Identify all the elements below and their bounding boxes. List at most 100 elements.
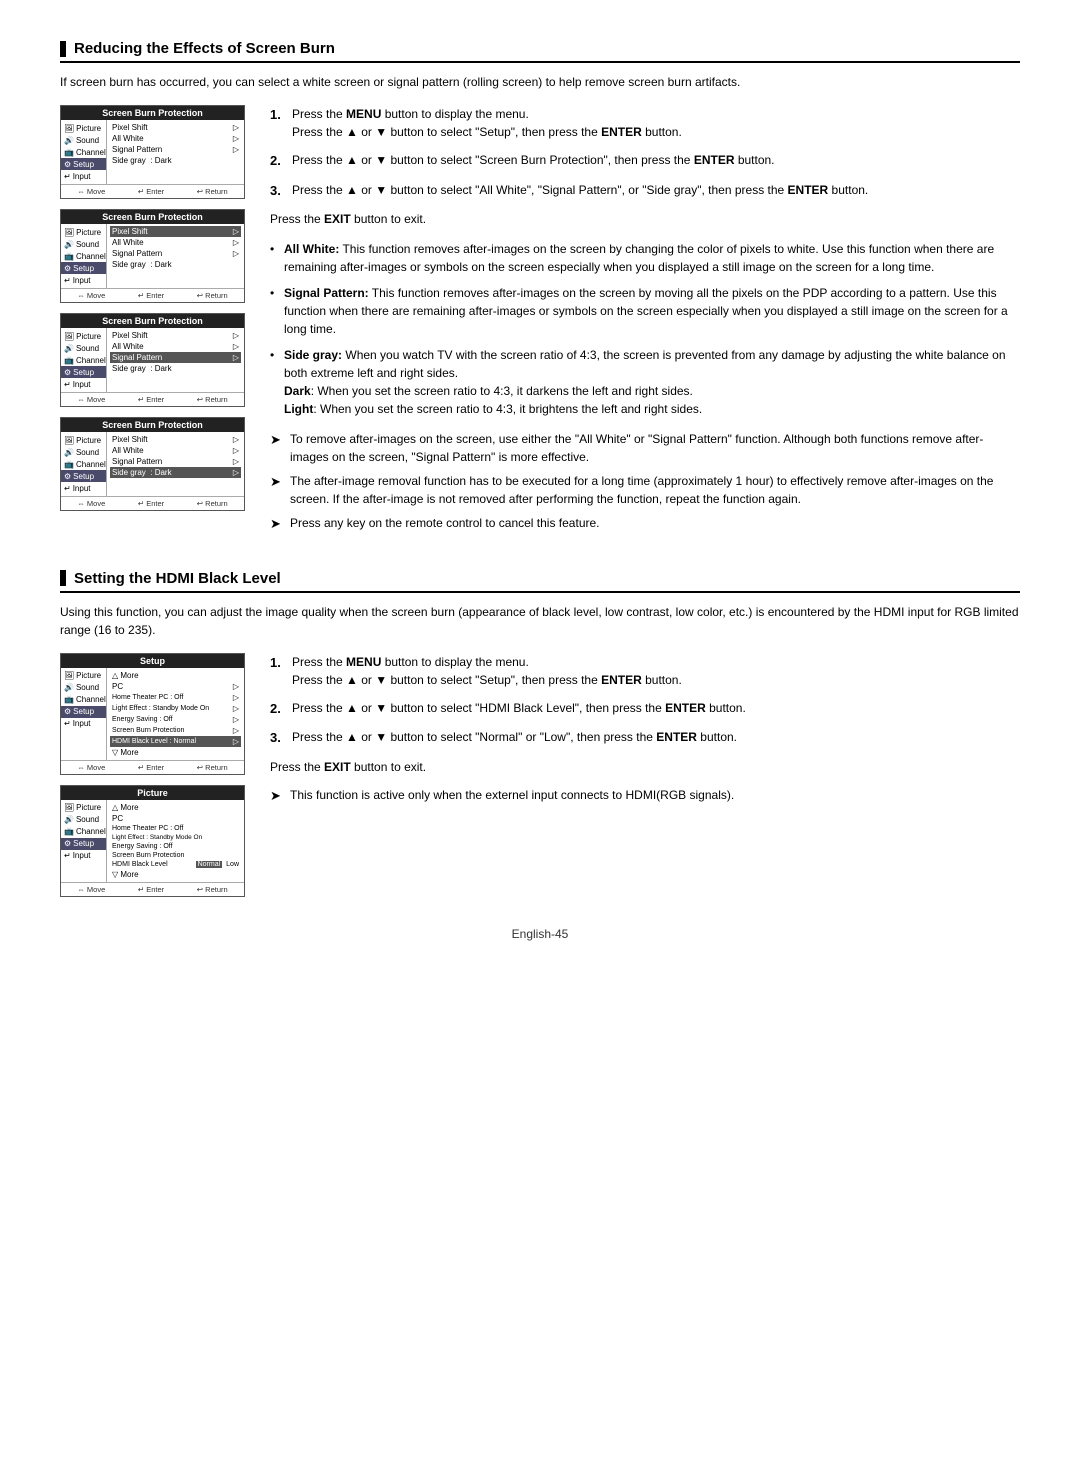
hdmi-step-3: 3. Press the ▲ or ▼ button to select "No… (270, 728, 1020, 748)
tv-sidebar-channel-1: 📺Channel (61, 146, 106, 158)
tv-footer-4: ⇔ Move↵ Enter↩ Return (61, 496, 244, 510)
tv-item-pixelshift-1: Pixel Shift▷ (110, 122, 241, 133)
tv-header-hdmi-2: Picture (61, 786, 244, 800)
tv-item-pixelshift-3: Pixel Shift▷ (110, 330, 241, 341)
tv-sidebar-sound-3: 🔊Sound (61, 342, 106, 354)
hdmi-step-1: 1. Press the MENU button to display the … (270, 653, 1020, 689)
tv-item-hometheater-hdmi1: Home Theater PC : Off▷ (110, 692, 241, 703)
tv-item-pc-hdmi2: PC (110, 813, 241, 824)
tv-sidebar-input-3: ↵Input (61, 378, 106, 390)
tv-item-more-up-hdmi2: △ More (110, 802, 241, 813)
tv-sidebar-channel-hdmi-1: 📺Channel (61, 694, 106, 706)
tv-screen-2: Screen Burn Protection 🖼Picture 🔊Sound 📺… (60, 209, 245, 303)
tv-sidebar-setup-1: ⚙Setup (61, 158, 106, 170)
tv-sidebar-1: 🖼Picture 🔊Sound 📺Channel ⚙Setup ↵Input (61, 120, 107, 184)
tv-main-3: Pixel Shift▷ All White▷ Signal Pattern▷ … (107, 328, 244, 392)
hdmi-tips: ➤ This function is active only when the … (270, 786, 1020, 806)
tv-main-hdmi-1: △ More PC▷ Home Theater PC : Off▷ Light … (107, 668, 244, 760)
screen-burn-content: Screen Burn Protection 🖼Picture 🔊Sound 📺… (60, 105, 1020, 540)
screen-burn-intro: If screen burn has occurred, you can sel… (60, 73, 1020, 91)
tv-item-hdmiblack-hdmi1: HDMI Black Level : Normal▷ (110, 736, 241, 747)
tv-screen-3: Screen Burn Protection 🖼Picture 🔊Sound 📺… (60, 313, 245, 407)
tv-item-energysaving-hdmi2: Energy Saving : Off (110, 842, 241, 851)
tv-sidebar-input-2: ↵Input (61, 274, 106, 286)
tv-footer-hdmi-1: ⇔ Move↵ Enter↩ Return (61, 760, 244, 774)
tv-sidebar-setup-2: ⚙Setup (61, 262, 106, 274)
tv-item-signal-2: Signal Pattern▷ (110, 248, 241, 259)
tv-sidebar-channel-hdmi-2: 📺Channel (61, 826, 106, 838)
hdmi-black-content: Setup 🖼Picture 🔊Sound 📺Channel ⚙Setup ↵I… (60, 653, 1020, 897)
tv-sidebar-sound-2: 🔊Sound (61, 238, 106, 250)
hdmi-black-section: Setting the HDMI Black Level Using this … (60, 570, 1020, 897)
tv-sidebar-channel-2: 📺Channel (61, 250, 106, 262)
tv-item-pixelshift-4: Pixel Shift▷ (110, 434, 241, 445)
tv-sidebar-setup-hdmi-1: ⚙Setup (61, 706, 106, 718)
tv-item-energysaving-hdmi1: Energy Saving : Off▷ (110, 714, 241, 725)
screen-burn-tips: ➤ To remove after-images on the screen, … (270, 430, 1020, 534)
tv-header-1: Screen Burn Protection (61, 106, 244, 120)
screen-burn-instructions: 1. Press the MENU button to display the … (270, 105, 1020, 540)
tv-body-hdmi-1: 🖼Picture 🔊Sound 📺Channel ⚙Setup ↵Input △… (61, 668, 244, 760)
tv-item-screenburn-hdmi1: Screen Burn Protection▷ (110, 725, 241, 736)
tv-sidebar-hdmi-2: 🖼Picture 🔊Sound 📺Channel ⚙Setup ↵Input (61, 800, 107, 882)
bullet-signal: • Signal Pattern: This function removes … (270, 284, 1020, 338)
tv-item-hometheater-hdmi2: Home Theater PC : Off (110, 824, 241, 833)
screen-burn-title: Reducing the Effects of Screen Burn (60, 40, 1020, 63)
screen-burn-step-2: 2. Press the ▲ or ▼ button to select "Sc… (270, 151, 1020, 171)
tv-body-hdmi-2: 🖼Picture 🔊Sound 📺Channel ⚙Setup ↵Input △… (61, 800, 244, 882)
tv-sidebar-3: 🖼Picture 🔊Sound 📺Channel ⚙Setup ↵Input (61, 328, 107, 392)
tv-sidebar-picture-4: 🖼Picture (61, 434, 106, 446)
tv-sidebar-setup-3: ⚙Setup (61, 366, 106, 378)
screen-burn-section: Reducing the Effects of Screen Burn If s… (60, 40, 1020, 540)
tv-item-more-down-hdmi1: ▽ More (110, 747, 241, 758)
tv-sidebar-sound-hdmi-1: 🔊Sound (61, 682, 106, 694)
page-footer: English-45 (60, 927, 1020, 941)
tv-item-allwhite-4: All White▷ (110, 445, 241, 456)
screen-burn-tv-screens: Screen Burn Protection 🖼Picture 🔊Sound 📺… (60, 105, 250, 511)
tv-sidebar-sound-1: 🔊Sound (61, 134, 106, 146)
tv-sidebar-input-hdmi-2: ↵Input (61, 850, 106, 862)
tv-header-hdmi-1: Setup (61, 654, 244, 668)
screen-burn-step-1: 1. Press the MENU button to display the … (270, 105, 1020, 141)
tv-sidebar-setup-4: ⚙Setup (61, 470, 106, 482)
tv-sidebar-picture-3: 🖼Picture (61, 330, 106, 342)
tv-main-4: Pixel Shift▷ All White▷ Signal Pattern▷ … (107, 432, 244, 496)
tv-item-lighteffect-hdmi2: Light Effect : Standby Mode On (110, 833, 241, 842)
tv-sidebar-2: 🖼Picture 🔊Sound 📺Channel ⚙Setup ↵Input (61, 224, 107, 288)
hdmi-exit-note: Press the EXIT button to exit. (270, 758, 1020, 776)
tv-sidebar-hdmi-1: 🖼Picture 🔊Sound 📺Channel ⚙Setup ↵Input (61, 668, 107, 760)
tv-body-3: 🖼Picture 🔊Sound 📺Channel ⚙Setup ↵Input P… (61, 328, 244, 392)
tv-body-4: 🖼Picture 🔊Sound 📺Channel ⚙Setup ↵Input P… (61, 432, 244, 496)
tv-screen-1: Screen Burn Protection 🖼Picture 🔊Sound 📺… (60, 105, 245, 199)
tv-header-4: Screen Burn Protection (61, 418, 244, 432)
tv-main-hdmi-2: △ More PC Home Theater PC : Off Light Ef… (107, 800, 244, 882)
tv-item-sidegray-3: Side gray : Dark (110, 363, 241, 374)
tv-sidebar-input-1: ↵Input (61, 170, 106, 182)
tv-item-signal-1: Signal Pattern▷ (110, 144, 241, 155)
hdmi-black-tv-screens: Setup 🖼Picture 🔊Sound 📺Channel ⚙Setup ↵I… (60, 653, 250, 897)
tv-main-2: Pixel Shift▷ All White▷ Signal Pattern▷ … (107, 224, 244, 288)
bullet-sidegray: • Side gray: When you watch TV with the … (270, 346, 1020, 418)
tv-main-1: Pixel Shift▷ All White▷ Signal Pattern▷ … (107, 120, 244, 184)
tip-1: ➤ To remove after-images on the screen, … (270, 430, 1020, 466)
tv-item-allwhite-1: All White▷ (110, 133, 241, 144)
tip-3: ➤ Press any key on the remote control to… (270, 514, 1020, 534)
tv-sidebar-setup-hdmi-2: ⚙Setup (61, 838, 106, 850)
tv-body-2: 🖼Picture 🔊Sound 📺Channel ⚙Setup ↵Input P… (61, 224, 244, 288)
tv-sidebar-picture-hdmi-1: 🖼Picture (61, 670, 106, 682)
tv-item-more-down-hdmi2: ▽ More (110, 869, 241, 880)
tv-item-screenburn-hdmi2: Screen Burn Protection (110, 851, 241, 860)
tv-body-1: 🖼Picture 🔊Sound 📺Channel ⚙Setup ↵Input P… (61, 120, 244, 184)
tv-item-signal-4: Signal Pattern▷ (110, 456, 241, 467)
tv-header-2: Screen Burn Protection (61, 210, 244, 224)
tv-footer-3: ⇔ Move↵ Enter↩ Return (61, 392, 244, 406)
tv-screen-hdmi-2: Picture 🖼Picture 🔊Sound 📺Channel ⚙Setup … (60, 785, 245, 897)
tv-item-sidegray-4: Side gray : Dark▷ (110, 467, 241, 478)
tv-item-signal-3: Signal Pattern▷ (110, 352, 241, 363)
tv-sidebar-input-4: ↵Input (61, 482, 106, 494)
tv-item-sidegray-2: Side gray : Dark (110, 259, 241, 270)
tv-sidebar-channel-4: 📺Channel (61, 458, 106, 470)
tv-screen-hdmi-1: Setup 🖼Picture 🔊Sound 📺Channel ⚙Setup ↵I… (60, 653, 245, 775)
tv-sidebar-channel-3: 📺Channel (61, 354, 106, 366)
hdmi-tip-1: ➤ This function is active only when the … (270, 786, 1020, 806)
